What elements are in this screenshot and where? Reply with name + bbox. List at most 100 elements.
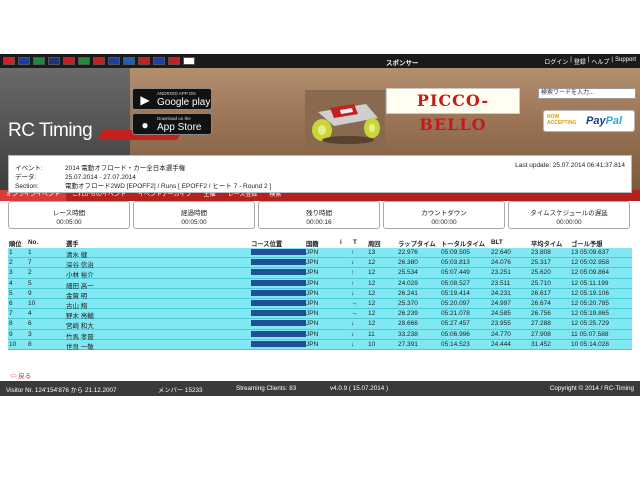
table-row[interactable]: 10 8 世良 一敬 JPN ↓ 10 27.391 05:14.523 24.444 31.45… bbox=[8, 339, 632, 351]
cell-avg: 25.317 bbox=[531, 259, 551, 267]
cell-total: 05:08.527 bbox=[441, 279, 470, 287]
cell-pos: 3 bbox=[9, 269, 13, 277]
column-header[interactable]: ゴール予想 bbox=[571, 239, 602, 248]
stat-box: タイムスケジュールの遅延 00:00:00 bbox=[508, 201, 630, 229]
apple-icon: ● bbox=[141, 118, 149, 132]
top-link[interactable]: 登録 bbox=[574, 57, 586, 66]
language-flag[interactable] bbox=[138, 57, 150, 65]
column-header[interactable]: No. bbox=[28, 239, 38, 246]
stat-title: 残り時間 bbox=[306, 210, 332, 217]
language-flag[interactable] bbox=[168, 57, 180, 65]
cell-name: 世良 一敬 bbox=[66, 343, 94, 351]
cell-laps: 11 bbox=[368, 330, 375, 338]
google-play-badge[interactable]: ▶ ANDROID APP ON Google play bbox=[132, 88, 212, 110]
table-row[interactable]: 3 2 小林 裕介 JPN ↑ 12 25.534 05:07.449 23.251 25.620… bbox=[8, 268, 632, 279]
cell-laps: 12 bbox=[368, 259, 376, 267]
table-row[interactable]: 2 7 深谷 信治 JPN ↓ 12 26.380 05:03.813 24.076 25.317… bbox=[8, 258, 632, 269]
cell-goal: 12 05:20.785 bbox=[571, 299, 609, 307]
top-bar: スポンサー ログイン | 登録 | ヘルプ | Support bbox=[0, 54, 640, 68]
language-flag[interactable] bbox=[153, 57, 165, 65]
column-header[interactable]: 平均タイム bbox=[531, 239, 562, 248]
language-flag[interactable] bbox=[123, 57, 135, 65]
column-header[interactable]: 順位 bbox=[9, 239, 22, 248]
language-flag[interactable] bbox=[63, 57, 75, 65]
course-position-bar bbox=[251, 299, 306, 306]
cell-laps: 10 bbox=[368, 340, 376, 348]
course-position-bar bbox=[251, 330, 306, 337]
cell-country: JPN bbox=[306, 289, 319, 297]
cell-blt: 24.585 bbox=[491, 310, 511, 318]
cell-avg: 31.452 bbox=[531, 340, 551, 348]
language-flag[interactable] bbox=[18, 57, 30, 65]
cell-trend: ↓ bbox=[351, 320, 355, 328]
last-update: Last update: 25.07.2014 06:41:37.814 bbox=[515, 162, 625, 169]
column-header[interactable]: 周回 bbox=[368, 239, 381, 248]
top-link[interactable]: ヘルプ bbox=[591, 57, 609, 66]
cell-blt: 22.640 bbox=[491, 249, 511, 256]
language-flag[interactable] bbox=[78, 57, 90, 65]
language-flag[interactable] bbox=[183, 57, 195, 65]
language-flag[interactable] bbox=[3, 57, 15, 65]
table-row[interactable]: 8 6 宮崎 和大 JPN ↓ 12 28.666 05:27.457 23.955 27.288… bbox=[8, 319, 632, 330]
column-header[interactable]: ラップタイム bbox=[398, 239, 436, 248]
top-links: ログイン | 登録 | ヘルプ | Support bbox=[544, 57, 636, 66]
course-position-bar bbox=[251, 269, 306, 276]
cell-blt: 23.511 bbox=[491, 279, 511, 287]
table-header: 順位 No. 選手 コース位置 国籍 i T 周回 ラップタイム トータルタイム BLT 平均タイムゴ… bbox=[8, 238, 632, 248]
cell-laps: 13 bbox=[368, 249, 376, 256]
cell-country: JPN bbox=[306, 279, 319, 287]
column-header[interactable]: i bbox=[340, 239, 342, 246]
cell-avg: 25.710 bbox=[531, 279, 551, 287]
table-row[interactable]: 9 3 竹馬 孝晋 JPN ↓ 11 33.238 05:06.996 24.770 27.908… bbox=[8, 329, 632, 341]
cell-country: JPN bbox=[306, 259, 319, 267]
table-row[interactable]: 4 5 細田 高一 JPN ↑ 12 24.029 05:08.527 23.511 25.710… bbox=[8, 278, 632, 290]
column-header[interactable]: BLT bbox=[491, 239, 503, 246]
back-link[interactable]: ⇦ 戻る bbox=[10, 370, 31, 380]
table-row[interactable]: 7 4 野木 亮輔 JPN → 12 26.239 05:21.078 24.585 26.756… bbox=[8, 309, 632, 320]
cell-lap: 25.534 bbox=[398, 269, 418, 277]
column-header[interactable]: T bbox=[353, 239, 357, 246]
column-header[interactable]: コース位置 bbox=[251, 239, 282, 248]
language-flag[interactable] bbox=[108, 57, 120, 65]
event-section: 電動オフロード2WD [EPOFF2] / Runs [ EPOFF2 / ヒー… bbox=[65, 183, 272, 190]
table-row[interactable]: 1 1 清水 健 JPN ↑ 13 22.976 05:09.505 22.640 23.808 1… bbox=[8, 248, 632, 259]
cell-avg: 26.756 bbox=[531, 310, 551, 318]
cell-trend: ↑ bbox=[351, 249, 355, 256]
cell-no: 7 bbox=[28, 259, 32, 267]
cell-blt: 23.955 bbox=[491, 320, 511, 328]
site-logo[interactable]: RC Timing bbox=[8, 120, 93, 142]
table-row[interactable]: 6 10 古山 翔 JPN → 12 25.370 05:20.097 24.997 26.674… bbox=[8, 298, 632, 310]
sponsor-logo[interactable]: PICCO-BELLO bbox=[386, 88, 520, 134]
cell-no: 3 bbox=[28, 330, 32, 338]
cell-lap: 26.380 bbox=[398, 259, 418, 267]
top-link[interactable]: Support bbox=[615, 57, 636, 66]
stat-value: 00:05:00 bbox=[181, 219, 207, 226]
language-flag[interactable] bbox=[48, 57, 60, 65]
link-separator: | bbox=[611, 57, 613, 63]
course-position-bar bbox=[251, 320, 306, 327]
play-icon: ▶ bbox=[140, 93, 150, 107]
link-separator: | bbox=[587, 57, 590, 63]
column-header[interactable]: 選手 bbox=[66, 239, 79, 248]
top-link[interactable]: ログイン bbox=[544, 57, 568, 66]
cell-total: 05:27.457 bbox=[441, 320, 470, 328]
cell-lap: 27.391 bbox=[398, 340, 418, 348]
cell-avg: 27.288 bbox=[531, 320, 551, 328]
search-input[interactable]: 検索ワードを入力... bbox=[538, 88, 636, 99]
table-row[interactable]: 5 9 金賀 明 JPN ↓ 12 26.241 05:19.414 24.231 26.617 1… bbox=[8, 288, 632, 300]
column-header[interactable]: 国籍 bbox=[306, 239, 319, 248]
stat-title: 経過時間 bbox=[181, 210, 207, 217]
cell-avg: 26.674 bbox=[531, 299, 551, 307]
language-flag[interactable] bbox=[93, 57, 105, 65]
paypal-badge[interactable]: NOW ACCEPTING PayPal bbox=[543, 110, 635, 132]
cell-goal: 12 05:19.106 bbox=[571, 289, 609, 297]
course-position-bar bbox=[251, 279, 306, 286]
cell-trend: ↓ bbox=[351, 330, 355, 338]
cell-goal: 11 05:07.588 bbox=[571, 330, 609, 338]
app-window: スポンサー ログイン | 登録 | ヘルプ | Support RC Timing ▶ AN… bbox=[0, 54, 640, 396]
cell-pos: 2 bbox=[9, 259, 13, 267]
column-header[interactable]: トータルタイム bbox=[441, 239, 485, 248]
app-store-badge[interactable]: ● Download on the App Store bbox=[132, 113, 212, 135]
results-table: 順位 No. 選手 コース位置 国籍 i T 周回 ラップタイム トータルタイム BLT 平均タイムゴ… bbox=[8, 238, 632, 351]
language-flag[interactable] bbox=[33, 57, 45, 65]
